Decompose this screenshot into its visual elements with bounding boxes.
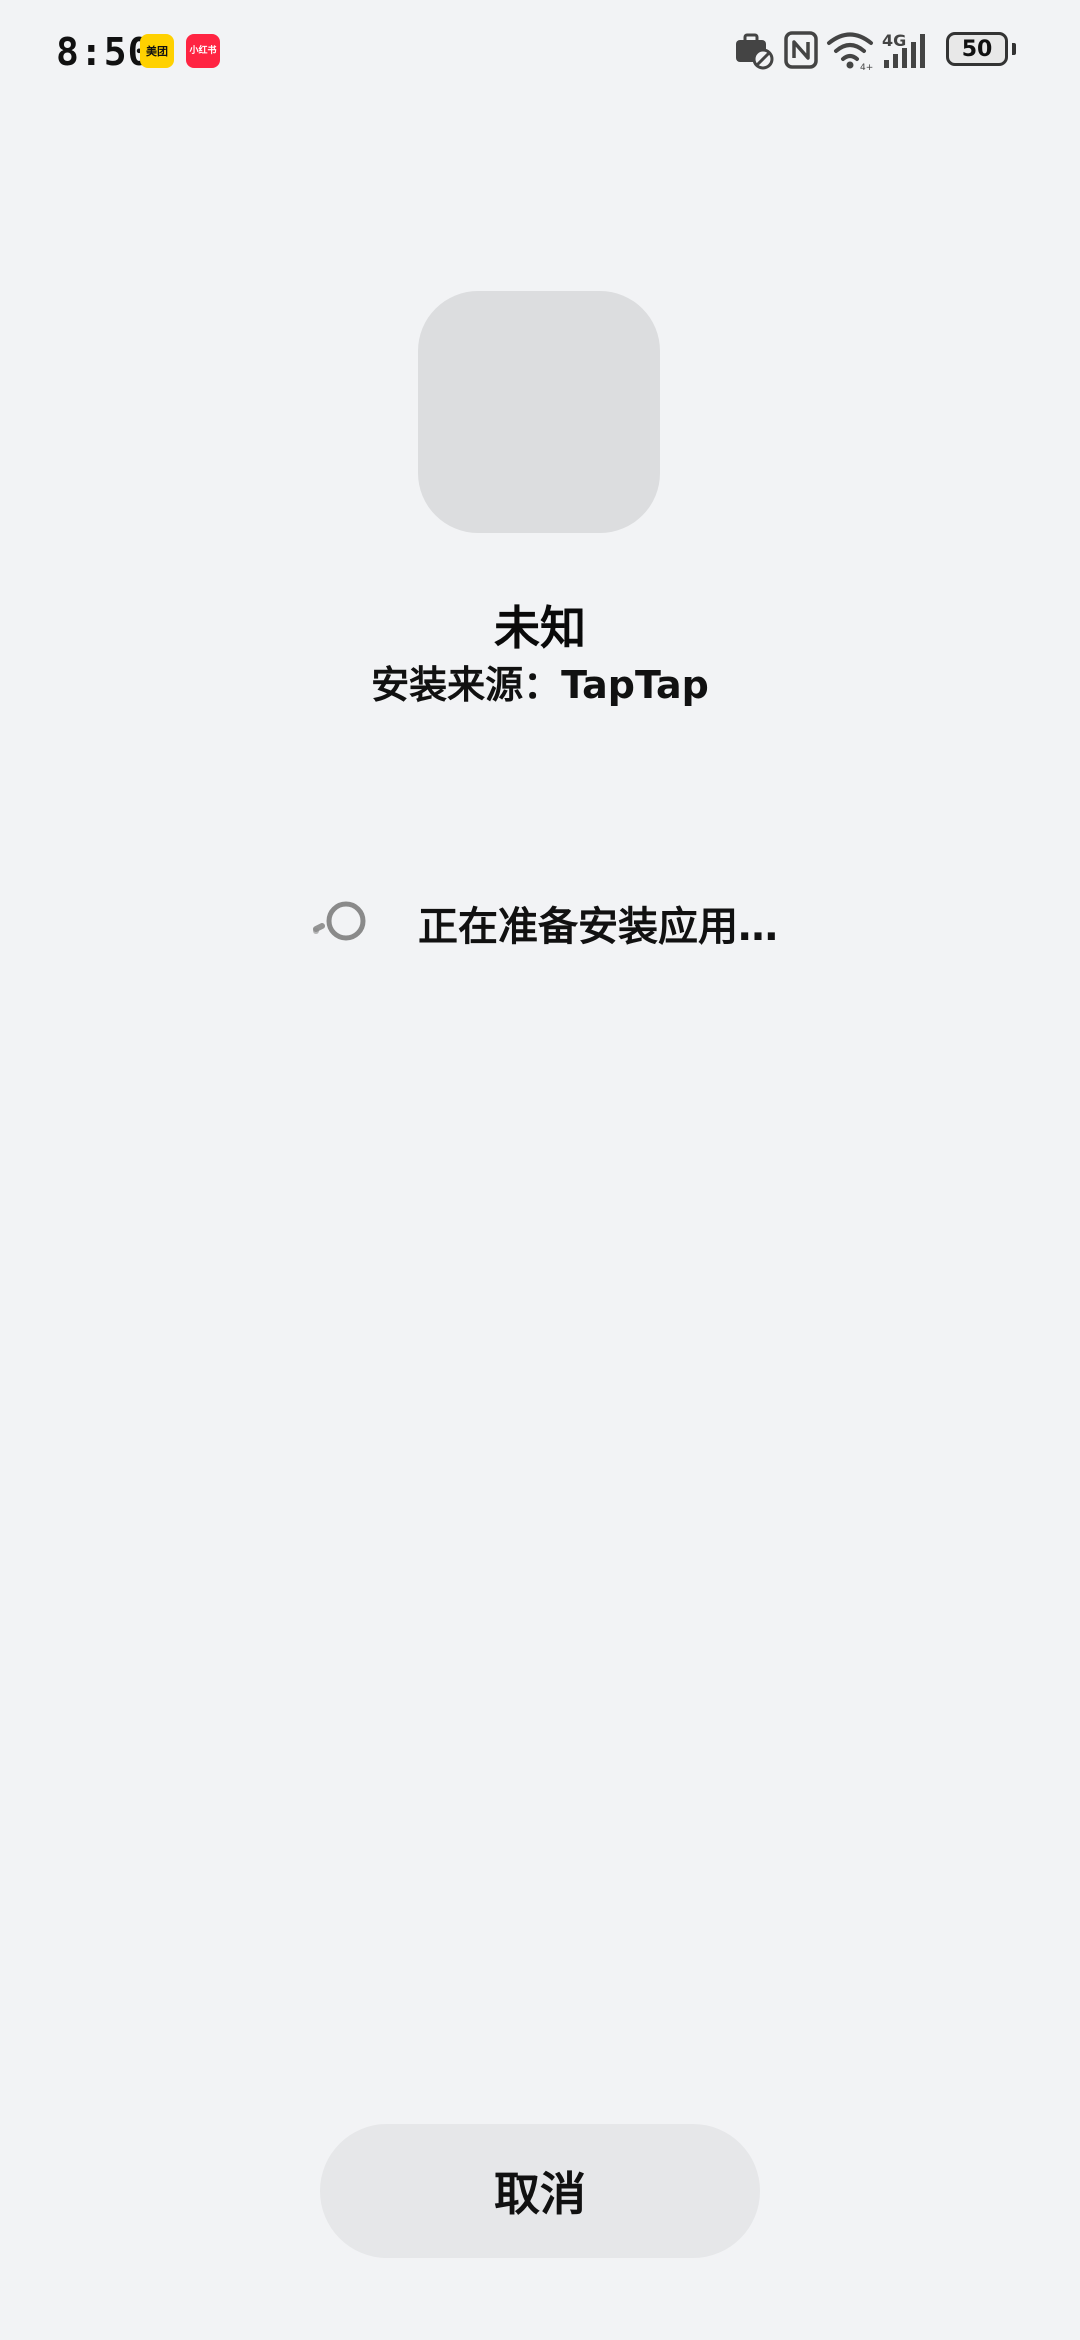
- status-time: 8:50: [56, 30, 152, 74]
- svg-text:4G: 4G: [882, 31, 906, 50]
- xiaohongshu-app-icon: 小红书: [186, 34, 220, 68]
- wifi-icon: 4+: [827, 32, 873, 70]
- battery-icon: 50: [946, 32, 1008, 66]
- meituan-app-icon: 美团: [140, 34, 174, 68]
- install-source: 安装来源：TapTap: [371, 663, 709, 707]
- app-icon-placeholder: [418, 291, 660, 533]
- status-bar: 8:50 美团 小红书 4+ 4G 50: [0, 0, 1080, 110]
- install-progress: 正在准备安装应用…: [310, 895, 778, 951]
- cancel-button[interactable]: 取消: [320, 2124, 760, 2258]
- briefcase-blocked-icon: [736, 33, 774, 70]
- 4g-signal-icon: 4G: [882, 31, 925, 68]
- progress-text: 正在准备安装应用…: [418, 904, 778, 950]
- svg-text:4+: 4+: [860, 63, 873, 70]
- battery-tip: [1012, 43, 1016, 55]
- app-name: 未知: [494, 601, 586, 655]
- nfc-icon: [784, 31, 818, 69]
- loading-spinner-icon: [313, 901, 366, 941]
